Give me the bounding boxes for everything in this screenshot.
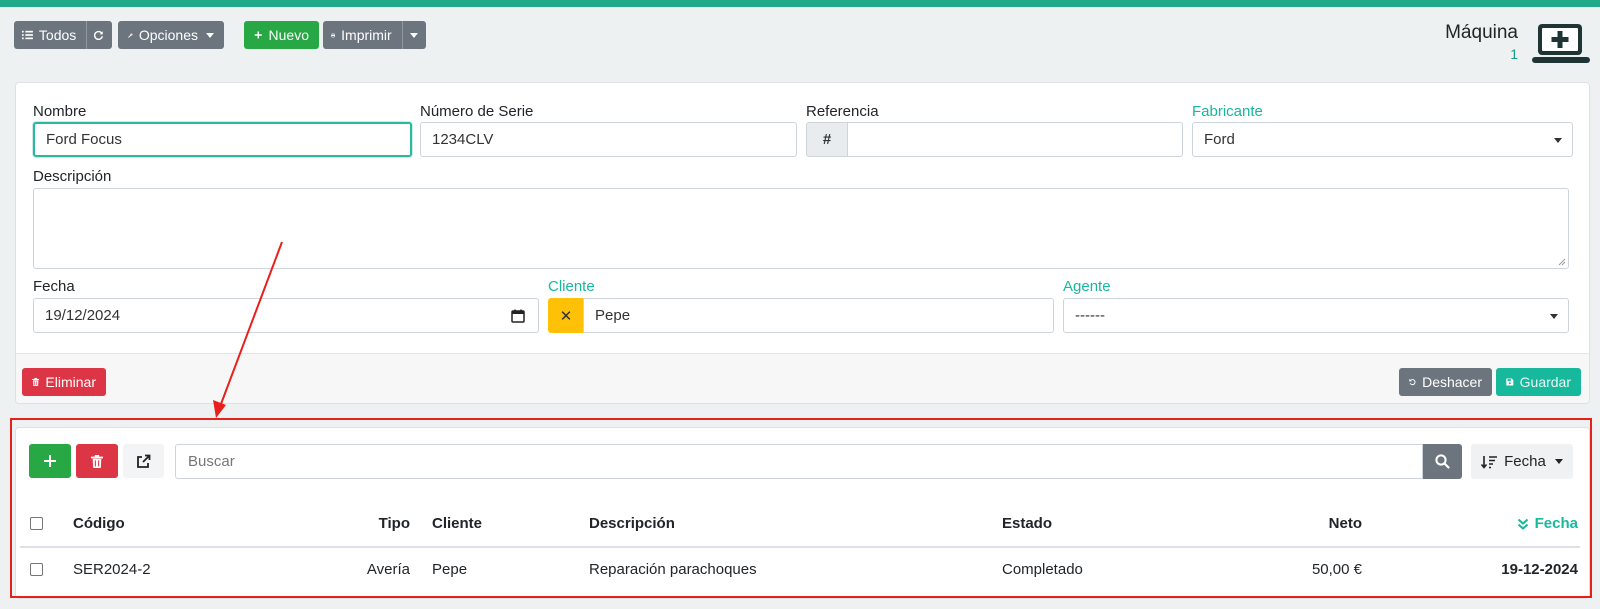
plus-icon <box>44 455 56 467</box>
sort-dropdown[interactable]: Fecha <box>1471 444 1573 479</box>
column-header-type[interactable]: Tipo <box>330 515 410 532</box>
search-button[interactable] <box>1423 444 1462 479</box>
external-link-icon <box>137 454 151 468</box>
search-icon <box>1435 454 1450 469</box>
double-chevron-down-icon <box>1517 518 1528 530</box>
row-date: 19-12-2024 <box>1501 561 1578 578</box>
add-row-button[interactable] <box>29 444 71 478</box>
column-header-status[interactable]: Estado <box>1002 515 1052 532</box>
chevron-down-icon <box>1554 459 1563 464</box>
column-header-client[interactable]: Cliente <box>432 515 482 532</box>
sort-descending-icon <box>1481 455 1498 469</box>
column-header-net[interactable]: Neto <box>1262 515 1362 532</box>
search-input[interactable]: Buscar <box>175 444 1423 479</box>
trash-icon <box>91 454 103 468</box>
row-checkbox[interactable] <box>30 563 43 576</box>
open-external-button[interactable] <box>123 444 164 478</box>
column-header-description[interactable]: Descripción <box>589 515 675 532</box>
row-code: SER2024-2 <box>73 561 151 578</box>
row-client: Pepe <box>432 561 468 578</box>
sort-label: Fecha <box>1504 453 1546 470</box>
column-header-code[interactable]: Código <box>73 515 125 532</box>
row-description: Reparación parachoques <box>589 561 757 578</box>
column-header-date-label: Fecha <box>1534 515 1578 532</box>
select-all-checkbox[interactable] <box>30 517 43 530</box>
delete-rows-button[interactable] <box>76 444 118 478</box>
search-placeholder: Buscar <box>188 453 235 470</box>
row-type: Avería <box>366 561 410 578</box>
column-header-date[interactable]: Fecha <box>1470 515 1578 532</box>
row-status: Completado <box>1002 561 1083 578</box>
table-header-divider <box>20 546 1580 548</box>
row-net: 50,00 € <box>1311 561 1362 578</box>
